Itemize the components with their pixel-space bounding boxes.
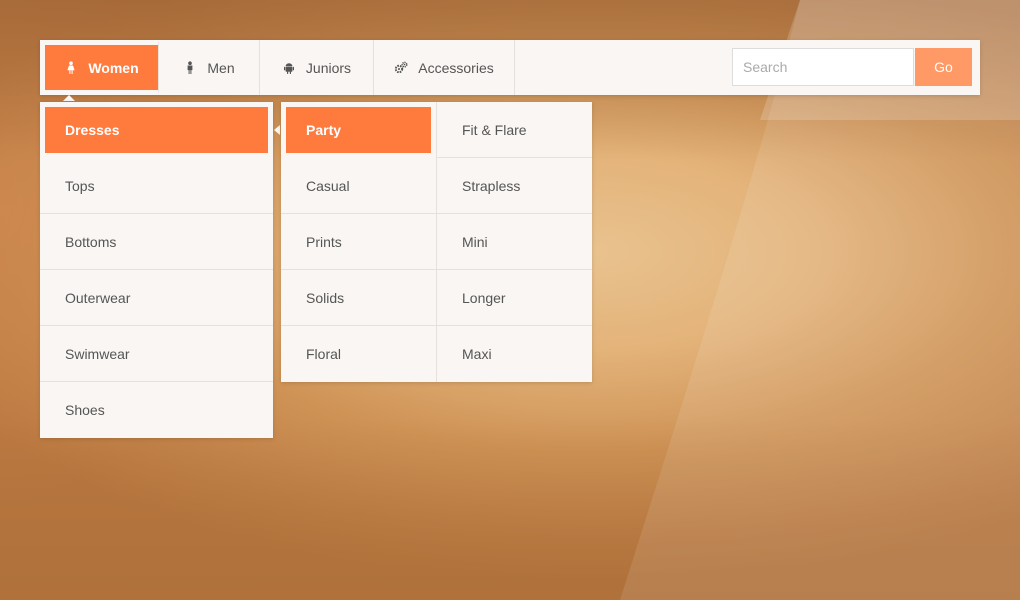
submenu-item-outerwear[interactable]: Outerwear xyxy=(40,270,273,326)
go-button[interactable]: Go xyxy=(915,48,972,86)
search-input[interactable] xyxy=(732,48,914,86)
submenu-item-tops[interactable]: Tops xyxy=(40,158,273,214)
nav-item-label: Juniors xyxy=(305,59,352,76)
active-nav-caret xyxy=(63,95,75,101)
dresses-item-floral[interactable]: Floral xyxy=(281,326,436,382)
nav-item-label: Accessories xyxy=(418,59,494,76)
top-navbar: Women Men Juniors Accessories Go xyxy=(40,40,980,95)
dresses-item-prints[interactable]: Prints xyxy=(281,214,436,270)
woman-icon xyxy=(64,60,78,75)
dresses-item-mini[interactable]: Mini xyxy=(437,214,592,270)
nav-item-men[interactable]: Men xyxy=(159,40,260,95)
dresses-item-longer[interactable]: Longer xyxy=(437,270,592,326)
gears-icon xyxy=(394,61,408,75)
android-icon xyxy=(282,61,296,75)
submenu-caret xyxy=(274,125,280,135)
dresses-item-maxi[interactable]: Maxi xyxy=(437,326,592,382)
dresses-item-party[interactable]: Party xyxy=(281,102,436,158)
dresses-item-solids[interactable]: Solids xyxy=(281,270,436,326)
dresses-item-strapless[interactable]: Strapless xyxy=(437,158,592,214)
submenu-item-swimwear[interactable]: Swimwear xyxy=(40,326,273,382)
women-submenu: Dresses Tops Bottoms Outerwear Swimwear … xyxy=(40,102,273,438)
nav-item-label: Women xyxy=(88,59,139,76)
submenu-item-shoes[interactable]: Shoes xyxy=(40,382,273,438)
man-icon xyxy=(183,60,197,75)
nav-item-juniors[interactable]: Juniors xyxy=(260,40,374,95)
dresses-item-casual[interactable]: Casual xyxy=(281,158,436,214)
submenu-item-dresses[interactable]: Dresses xyxy=(40,102,273,158)
nav-item-women[interactable]: Women xyxy=(40,40,159,95)
nav-item-label: Men xyxy=(207,59,235,76)
dresses-submenu: Party Casual Prints Solids Floral Fit & … xyxy=(281,102,592,382)
submenu-item-bottoms[interactable]: Bottoms xyxy=(40,214,273,270)
dresses-item-fit-flare[interactable]: Fit & Flare xyxy=(437,102,592,158)
nav-item-accessories[interactable]: Accessories xyxy=(374,40,515,95)
